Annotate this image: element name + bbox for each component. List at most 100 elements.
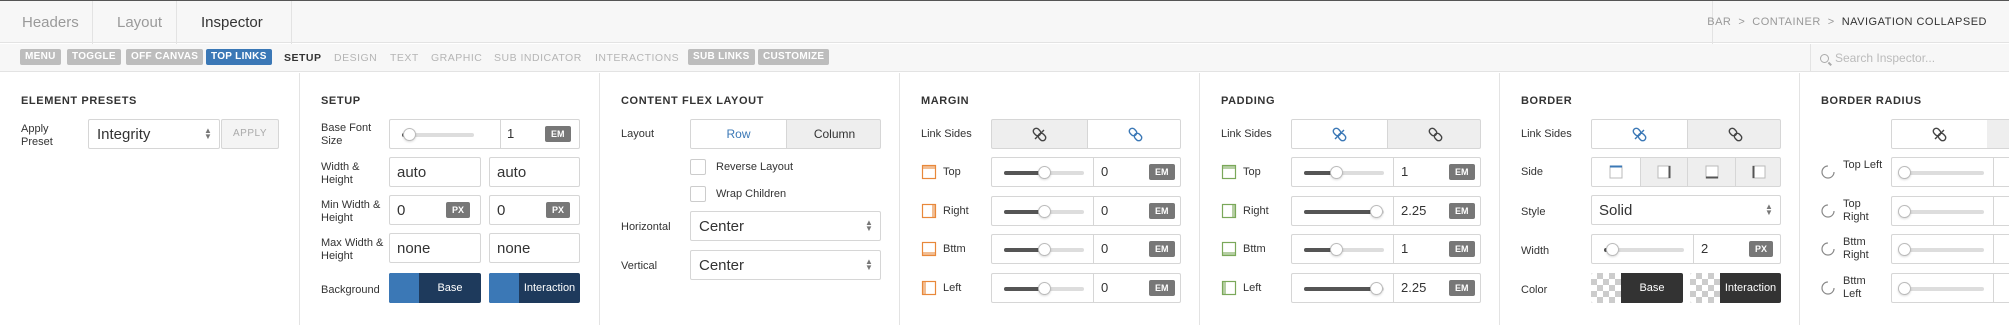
subtab-setup[interactable]: SETUP [284,52,322,64]
unit-badge[interactable]: EM [1449,279,1475,296]
border-color-base-label: Base [1639,282,1665,294]
max-height-input[interactable]: none [489,233,580,263]
link-icon[interactable] [1387,120,1480,148]
margin-bttm-slider[interactable] [1004,243,1084,256]
background-base-button[interactable]: Base [389,273,481,303]
unit-badge[interactable]: PX [546,202,571,218]
border-width-value[interactable]: 2 [1701,241,1708,256]
border-side-top-icon[interactable] [1592,158,1640,186]
slider-knob[interactable] [1898,166,1911,179]
unit-badge[interactable]: EM [545,126,571,142]
slider-knob[interactable] [1330,243,1343,256]
unlink-icon[interactable] [1292,120,1387,148]
link-icon[interactable] [1087,120,1180,148]
unit-badge[interactable]: EM [1149,164,1175,180]
width-input[interactable]: auto [389,157,481,187]
unit-badge[interactable]: PX [446,202,471,218]
height-input[interactable]: auto [489,157,580,187]
breadcrumb-item-bar[interactable]: BAR [1707,16,1731,28]
min-height-input[interactable]: 0 PX [489,195,580,225]
slider-knob[interactable] [1330,166,1343,179]
base-font-size-slider[interactable] [402,128,474,141]
slider-knob[interactable] [1038,281,1051,295]
slider-knob[interactable] [1038,204,1051,218]
unlink-icon[interactable] [1592,120,1687,148]
unlink-icon[interactable] [1892,120,1987,148]
margin-bttm-value[interactable]: 0 [1101,241,1108,256]
tab-inspector[interactable]: Inspector [201,14,263,31]
subtab-interactions[interactable]: INTERACTIONS [595,52,679,64]
slider-knob[interactable] [1898,204,1911,218]
slider-knob[interactable] [1898,243,1911,256]
slider-knob[interactable] [1898,281,1911,295]
unit-badge[interactable]: EM [1149,241,1175,257]
margin-top-value[interactable]: 0 [1101,164,1108,179]
unlink-icon[interactable] [992,120,1087,148]
unit-badge[interactable]: EM [1149,202,1175,219]
padding-bttm-value[interactable]: 1 [1401,241,1408,256]
subtab-sub-indicator[interactable]: SUB INDICATOR [494,52,582,64]
padding-top-value[interactable]: 1 [1401,164,1408,179]
margin-left-value[interactable]: 0 [1101,280,1108,295]
pill-toggle[interactable]: TOGGLE [67,49,121,65]
wrap-children-checkbox[interactable] [690,186,706,202]
pill-top-links[interactable]: TOP LINKS [206,49,272,65]
breadcrumb-item-container[interactable]: CONTAINER [1752,16,1820,28]
border-side-bottom-icon[interactable] [1687,158,1735,186]
reverse-layout-checkbox[interactable] [690,159,706,175]
base-font-size-value[interactable]: 1 [507,126,514,141]
unit-badge[interactable]: EM [1449,164,1475,180]
margin-right-slider[interactable] [1004,204,1084,218]
border-width-slider[interactable] [1604,243,1684,256]
pill-menu[interactable]: MENU [20,49,61,65]
margin-top-slider[interactable] [1004,166,1084,179]
border-color-base-button[interactable]: Base [1591,273,1683,303]
padding-left-slider[interactable] [1304,281,1384,295]
border-side-left-icon[interactable] [1735,158,1780,186]
tab-layout[interactable]: Layout [117,14,162,31]
border-color-interaction-button[interactable]: Interaction [1690,273,1781,303]
slider-knob[interactable] [1038,166,1051,179]
padding-bttm-slider[interactable] [1304,243,1384,256]
pill-customize[interactable]: CUSTOMIZE [758,49,830,65]
min-width-input[interactable]: 0 PX [389,195,481,225]
subtab-design[interactable]: DESIGN [334,52,377,64]
radius-top-right-slider[interactable] [1898,204,1984,218]
unit-badge[interactable]: EM [1449,241,1475,257]
subtab-graphic[interactable]: GRAPHIC [431,52,482,64]
subtab-text[interactable]: TEXT [390,52,419,64]
padding-right-slider[interactable] [1304,204,1384,218]
background-interaction-button[interactable]: Interaction [489,273,580,303]
radius-bttm-right-slider[interactable] [1898,243,1984,256]
padding-top-slider[interactable] [1304,166,1384,179]
unit-badge[interactable]: PX [1749,241,1774,257]
slider-knob[interactable] [1370,281,1383,295]
unit-badge[interactable]: EM [1149,279,1175,296]
padding-left-value[interactable]: 2.25 [1401,280,1426,295]
vertical-select[interactable]: Center ▲ ▼ [690,250,881,280]
padding-right-value[interactable]: 2.25 [1401,203,1426,218]
border-style-select[interactable]: Solid ▲ ▼ [1591,195,1781,225]
margin-left-slider[interactable] [1004,281,1084,295]
unit-badge[interactable]: EM [1449,202,1475,219]
max-width-input[interactable]: none [389,233,481,263]
pill-sub-links[interactable]: SUB LINKS [688,49,755,65]
slider-knob[interactable] [403,128,417,141]
link-icon[interactable] [1687,120,1780,148]
slider-knob[interactable] [1038,243,1051,256]
pill-off-canvas[interactable]: OFF CANVAS [126,49,204,65]
style-label: Style [1521,206,1546,218]
layout-option-column[interactable]: Column [786,120,880,148]
border-side-right-icon[interactable] [1640,158,1687,186]
radius-top-left-slider[interactable] [1898,166,1984,179]
margin-right-value[interactable]: 0 [1101,203,1108,218]
radius-bttm-left-slider[interactable] [1898,281,1984,295]
apply-button[interactable]: APPLY [221,119,279,149]
search-input[interactable] [1835,50,2005,66]
tab-headers[interactable]: Headers [22,14,79,31]
preset-select[interactable]: Integrity ▲ ▼ [88,119,220,149]
horizontal-select[interactable]: Center ▲ ▼ [690,211,881,241]
slider-knob[interactable] [1370,204,1383,218]
layout-option-row[interactable]: Row [691,120,786,148]
slider-knob[interactable] [1606,243,1619,256]
